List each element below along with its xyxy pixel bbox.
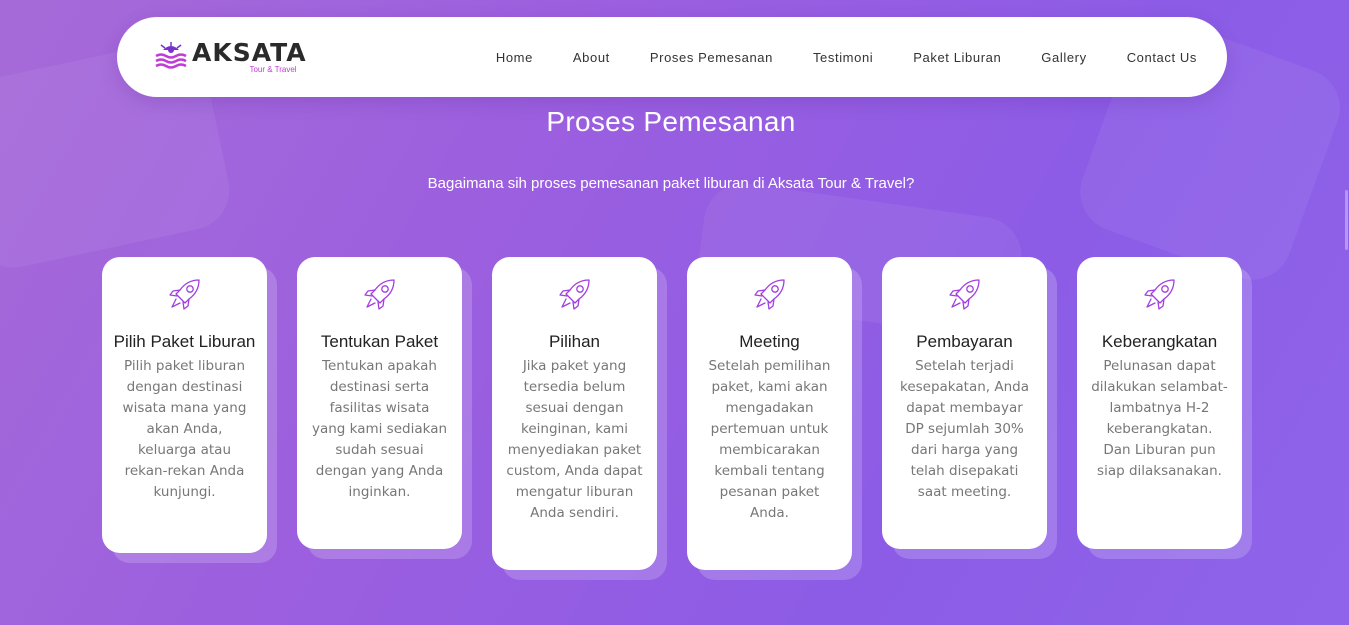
page-scrollbar[interactable]	[1343, 0, 1349, 625]
rocket-icon	[168, 279, 200, 310]
process-card: Pilihan Jika paket yang tersedia belum se…	[492, 257, 657, 570]
nav-proses-pemesanan[interactable]: Proses Pemesanan	[650, 50, 773, 65]
card-text: Tentukan apakah destinasi serta fasilita…	[311, 358, 448, 500]
rocket-icon	[363, 279, 395, 310]
card-text: Setelah terjadi kesepakatan, Anda dapat …	[899, 358, 1029, 500]
nav-paket-liburan[interactable]: Paket Liburan	[913, 50, 1001, 65]
process-card: Keberangkatan Pelunasan dapat dilakukan s…	[1077, 257, 1242, 549]
card-title: Keberangkatan	[1101, 332, 1218, 351]
process-card: Pilih Paket Liburan Pilih paket liburan d…	[102, 257, 267, 553]
main-nav: Home About Proses Pemesanan Testimoni Pa…	[496, 50, 1197, 65]
card-title: Pilih Paket Liburan	[113, 332, 256, 351]
logo-wave-icon	[155, 42, 187, 69]
navbar: AKSATA Tour & Travel Home About Proses P…	[117, 17, 1227, 97]
brand-logo[interactable]: AKSATA Tour & Travel	[154, 40, 307, 74]
scrollbar-thumb[interactable]	[1345, 190, 1348, 250]
nav-testimoni[interactable]: Testimoni	[813, 50, 873, 65]
section-subtitle: Bagaimana sih proses pemesanan paket lib…	[427, 175, 915, 192]
rocket-icon	[948, 279, 980, 310]
brand-name: AKSATA	[192, 38, 307, 67]
card-text: Pilih paket liburan dengan destinasi wis…	[122, 358, 247, 500]
card-text: Jika paket yang tersedia belum sesuai de…	[506, 358, 643, 521]
nav-contact-us[interactable]: Contact Us	[1127, 50, 1197, 65]
process-card: Pembayaran Setelah terjadi kesepakatan, A…	[882, 257, 1047, 549]
process-card: Meeting Setelah pemilihan paket, kami aka…	[687, 257, 852, 570]
nav-about[interactable]: About	[573, 50, 610, 65]
nav-home[interactable]: Home	[496, 50, 533, 65]
rocket-icon	[753, 279, 785, 310]
process-card: Tentukan Paket Tentukan apakah destinasi …	[297, 257, 462, 549]
card-title: Tentukan Paket	[320, 332, 439, 351]
card-title: Pembayaran	[916, 332, 1013, 351]
section-title: Proses Pemesanan	[546, 106, 796, 137]
card-text: Pelunasan dapat dilakukan selambat-lamba…	[1091, 358, 1228, 479]
card-title: Meeting	[739, 332, 800, 351]
brand-tagline: Tour & Travel	[249, 65, 297, 74]
rocket-icon	[1143, 279, 1175, 310]
nav-gallery[interactable]: Gallery	[1041, 50, 1086, 65]
card-text: Setelah pemilihan paket, kami akan menga…	[708, 358, 831, 521]
rocket-icon	[558, 279, 590, 310]
card-title: Pilihan	[548, 332, 601, 351]
